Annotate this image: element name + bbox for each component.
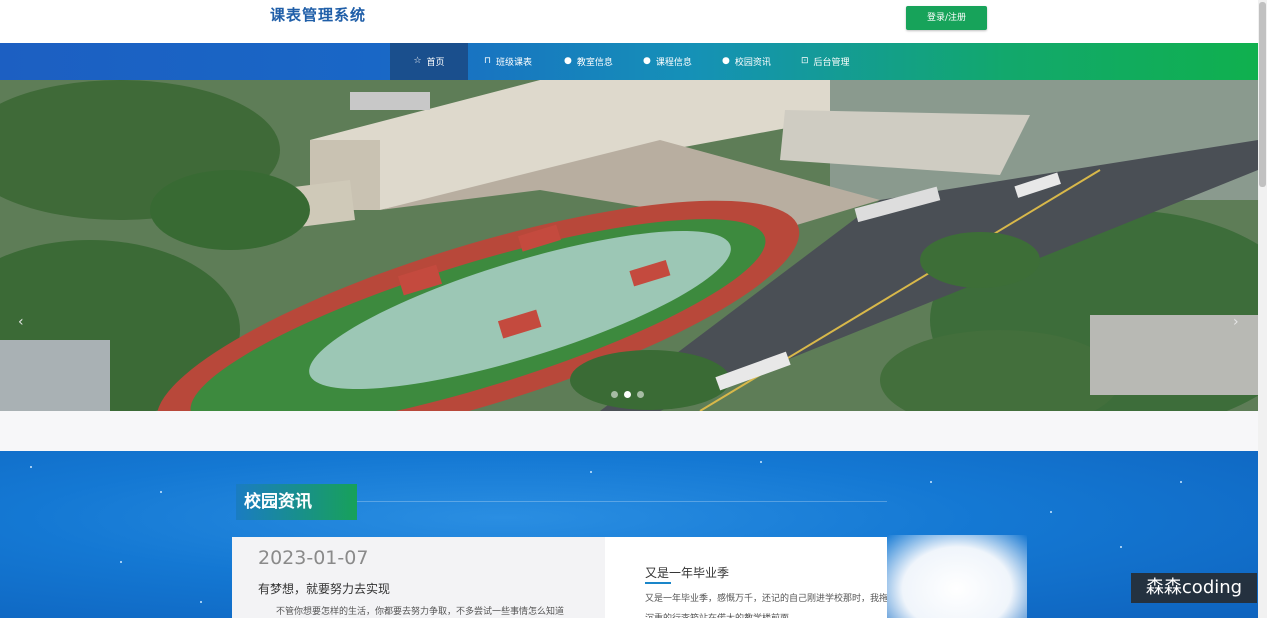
nav-item-label: 班级课表 (496, 58, 533, 68)
news-title[interactable]: 又是一年毕业季 (645, 564, 729, 581)
hero-carousel[interactable]: ‹ › (0, 80, 1258, 411)
title-underline (645, 582, 671, 584)
news-date: 2023-01-07 (258, 547, 369, 569)
section-spacer (0, 411, 1258, 451)
carousel-next-arrow[interactable]: › (1233, 314, 1239, 330)
nav-item-label: 后台管理 (813, 58, 850, 68)
nav-item-campus-news[interactable]: ● 校园资讯 (722, 43, 771, 80)
campus-news-section: 校园资讯 2023-01-07 有梦想，就要努力去实现 不管你想要怎样的生活，你… (0, 451, 1258, 618)
box-icon: ⊓ (484, 56, 492, 66)
watermark: 森森coding (1131, 573, 1257, 603)
nav-item-label: 首页 (426, 58, 445, 68)
carousel-prev-arrow[interactable]: ‹ (18, 314, 24, 330)
nav-item-course-info[interactable]: ● 课程信息 (643, 43, 692, 80)
campus-aerial-image (0, 80, 1258, 411)
carousel-dot[interactable] (611, 391, 618, 398)
site-title: 课表管理系统 (270, 6, 367, 24)
nav-item-label: 校园资讯 (734, 58, 771, 68)
light-glow (887, 535, 1027, 618)
carousel-indicators (611, 391, 644, 398)
nav-item-label: 课程信息 (655, 58, 692, 68)
nav-item-classroom-info[interactable]: ● 教室信息 (564, 43, 613, 80)
news-excerpt: 不管你想要怎样的生活，你都要去努力争取，不多尝试一些事情怎么知道 (276, 607, 565, 617)
star-icon: ☆ (413, 56, 422, 66)
circle-icon: ● (722, 56, 730, 66)
nav-item-admin[interactable]: ⊡ 后台管理 (801, 43, 850, 80)
main-nav: ☆ 首页 ⊓ 班级课表 ● 教室信息 ● 课程信息 ● 校园资讯 ⊡ 后台管理 (0, 43, 1258, 80)
news-excerpt: 又是一年毕业季，感慨万千，还记的自己刚进学校那时，我拖着沉重的行李箱站在偌大的教… (645, 594, 887, 618)
site-header: 课表管理系统 登录/注册 (0, 0, 1258, 43)
carousel-dot-active[interactable] (624, 391, 631, 398)
heading-divider (357, 501, 887, 502)
scrollbar-thumb[interactable] (1259, 2, 1266, 187)
dashboard-icon: ⊡ (801, 56, 809, 66)
carousel-dot[interactable] (637, 391, 644, 398)
nav-item-home[interactable]: ☆ 首页 (390, 43, 468, 80)
featured-news-card[interactable]: 2023-01-07 有梦想，就要努力去实现 不管你想要怎样的生活，你都要去努力… (232, 537, 605, 618)
circle-icon: ● (643, 56, 651, 66)
nav-item-class-schedule[interactable]: ⊓ 班级课表 (484, 43, 532, 80)
section-heading: 校园资讯 (236, 484, 357, 520)
login-register-button[interactable]: 登录/注册 (906, 6, 987, 30)
news-card[interactable]: 又是一年毕业季 又是一年毕业季，感慨万千，还记的自己刚进学校那时，我拖着沉重的行… (605, 537, 887, 618)
nav-item-label: 教室信息 (576, 58, 613, 68)
news-title[interactable]: 有梦想，就要努力去实现 (258, 580, 390, 597)
circle-icon: ● (564, 56, 572, 66)
